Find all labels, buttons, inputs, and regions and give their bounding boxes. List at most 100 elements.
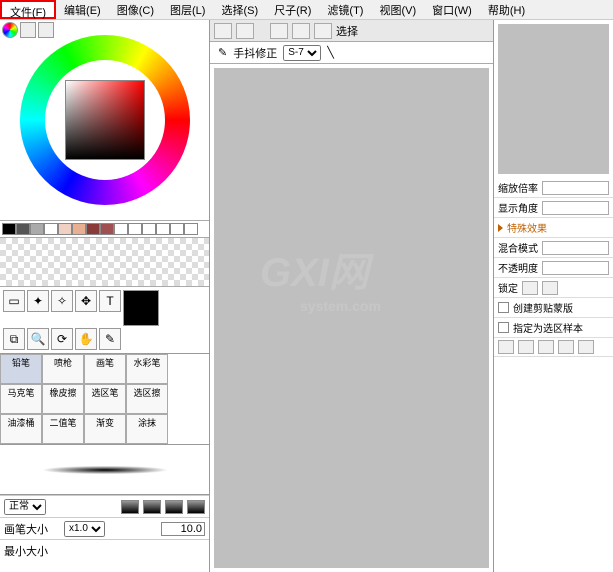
merge-down-icon[interactable] — [558, 340, 574, 354]
new-folder-icon[interactable] — [518, 340, 534, 354]
menu-window[interactable]: 窗口(W) — [424, 0, 480, 19]
fx-label: 特殊效果 — [507, 220, 547, 235]
lock-pixel-icon[interactable] — [542, 281, 558, 295]
select-rect-tool[interactable]: ▭ — [3, 290, 25, 312]
brush-preset[interactable]: 马克笔 — [0, 384, 42, 414]
stabilizer-select[interactable]: S-7 — [283, 45, 321, 61]
tip-shape-4[interactable] — [187, 500, 205, 514]
swatch[interactable] — [156, 223, 170, 235]
pen-line-icon: ╲ — [327, 46, 334, 59]
eyedropper-tool[interactable]: ✎ — [99, 328, 121, 350]
brush-preset[interactable]: 选区擦 — [126, 384, 168, 414]
swatch-empty-grid[interactable] — [0, 237, 209, 287]
swatch[interactable] — [114, 223, 128, 235]
nav-next-icon[interactable] — [236, 23, 254, 39]
lock-alpha-icon[interactable] — [522, 281, 538, 295]
color-wheel-mode-icon[interactable] — [2, 22, 18, 38]
marksel-row[interactable]: 指定为选区样本 — [494, 318, 613, 338]
hand-tool[interactable]: ✋ — [75, 328, 97, 350]
brush-preset[interactable]: 渐变 — [84, 414, 126, 444]
blend-label: 混合模式 — [498, 240, 538, 255]
tip-shape-2[interactable] — [143, 500, 161, 514]
brush-preset[interactable]: 油漆桶 — [0, 414, 42, 444]
angle-row: 显示角度 — [494, 198, 613, 218]
brush-preset[interactable]: 画笔 — [84, 354, 126, 384]
sel-poly-icon[interactable] — [314, 23, 332, 39]
angle-input[interactable] — [542, 201, 609, 215]
sel-rect-icon[interactable] — [270, 23, 288, 39]
brush-preset[interactable]: 铅笔 — [0, 354, 42, 384]
pencil-icon: ✎ — [218, 46, 227, 59]
clip-row[interactable]: 创建剪贴蒙版 — [494, 298, 613, 318]
swatch[interactable] — [44, 223, 58, 235]
left-panel: ▭ ✦ ✧ ✥ T ⧉ 🔍 ⟳ ✋ ✎ 铅笔喷枪画笔水彩笔马克笔橡皮擦选区笔选区… — [0, 20, 210, 572]
swatch[interactable] — [58, 223, 72, 235]
min-size-label: 最小大小 — [4, 543, 60, 559]
tip-shape-1[interactable] — [121, 500, 139, 514]
swatch[interactable] — [170, 223, 184, 235]
opacity-input[interactable] — [542, 261, 609, 275]
brush-size-value[interactable]: 10.0 — [161, 522, 205, 536]
zoom-input[interactable] — [542, 181, 609, 195]
sel-free-icon[interactable] — [292, 23, 310, 39]
blend-input[interactable] — [542, 241, 609, 255]
move-tool[interactable]: ✥ — [75, 290, 97, 312]
text-tool[interactable]: T — [99, 290, 121, 312]
swatch[interactable] — [16, 223, 30, 235]
lasso-tool[interactable]: ✦ — [27, 290, 49, 312]
marksel-checkbox[interactable] — [498, 322, 509, 333]
clear-layer-icon[interactable] — [578, 340, 594, 354]
brush-size-label: 画笔大小 — [4, 521, 60, 537]
brush-preset[interactable]: 喷枪 — [42, 354, 84, 384]
sv-square[interactable] — [65, 80, 145, 160]
brush-preset[interactable]: 水彩笔 — [126, 354, 168, 384]
menu-file[interactable]: 文件(F) — [0, 0, 56, 19]
swatch[interactable] — [142, 223, 156, 235]
swatch[interactable] — [2, 223, 16, 235]
hue-ring[interactable] — [20, 35, 190, 205]
new-layer-icon[interactable] — [498, 340, 514, 354]
clip-checkbox[interactable] — [498, 302, 509, 313]
menu-image[interactable]: 图像(C) — [109, 0, 162, 19]
zoom-tool[interactable]: 🔍 — [27, 328, 49, 350]
menu-layer[interactable]: 图层(L) — [162, 0, 213, 19]
menu-edit[interactable]: 编辑(E) — [56, 0, 109, 19]
magic-wand-tool[interactable]: ✧ — [51, 290, 73, 312]
swatch[interactable] — [86, 223, 100, 235]
swatch[interactable] — [30, 223, 44, 235]
angle-label: 显示角度 — [498, 200, 538, 215]
rotate-tool[interactable]: ⟳ — [51, 328, 73, 350]
clip-label: 创建剪贴蒙版 — [513, 300, 573, 315]
tool-grid: ▭ ✦ ✧ ✥ T ⧉ 🔍 ⟳ ✋ ✎ — [0, 287, 209, 354]
size-mult-select[interactable]: x1.0 — [64, 521, 105, 537]
menu-filter[interactable]: 滤镜(T) — [319, 0, 371, 19]
opacity-label: 不透明度 — [498, 260, 538, 275]
blend-mode-select[interactable]: 正常 — [4, 499, 46, 515]
transform-tool[interactable]: ⧉ — [3, 328, 25, 350]
brush-preset[interactable]: 选区笔 — [84, 384, 126, 414]
fg-color-preview[interactable] — [123, 290, 159, 326]
zoom-label: 缩放倍率 — [498, 180, 538, 195]
swatch[interactable] — [184, 223, 198, 235]
brush-preset[interactable]: 二值笔 — [42, 414, 84, 444]
brush-preset[interactable]: 涂抹 — [126, 414, 168, 444]
menu-ruler[interactable]: 尺子(R) — [266, 0, 319, 19]
menu-help[interactable]: 帮助(H) — [480, 0, 533, 19]
canvas-area[interactable] — [214, 68, 489, 568]
marksel-label: 指定为选区样本 — [513, 320, 583, 335]
nav-prev-icon[interactable] — [214, 23, 232, 39]
swatch[interactable] — [72, 223, 86, 235]
scratchpad-mode-icon[interactable] — [38, 22, 54, 38]
swatch[interactable] — [100, 223, 114, 235]
brush-preset[interactable]: 橡皮擦 — [42, 384, 84, 414]
navigator-preview[interactable] — [498, 24, 609, 174]
fx-header[interactable]: 特殊效果 — [494, 218, 613, 238]
swatch[interactable] — [128, 223, 142, 235]
tip-shape-3[interactable] — [165, 500, 183, 514]
color-rgb-mode-icon[interactable] — [20, 22, 36, 38]
color-picker[interactable] — [0, 20, 209, 220]
menu-view[interactable]: 视图(V) — [371, 0, 424, 19]
delete-layer-icon[interactable] — [538, 340, 554, 354]
menu-select[interactable]: 选择(S) — [213, 0, 266, 19]
lock-label: 锁定 — [498, 280, 518, 295]
